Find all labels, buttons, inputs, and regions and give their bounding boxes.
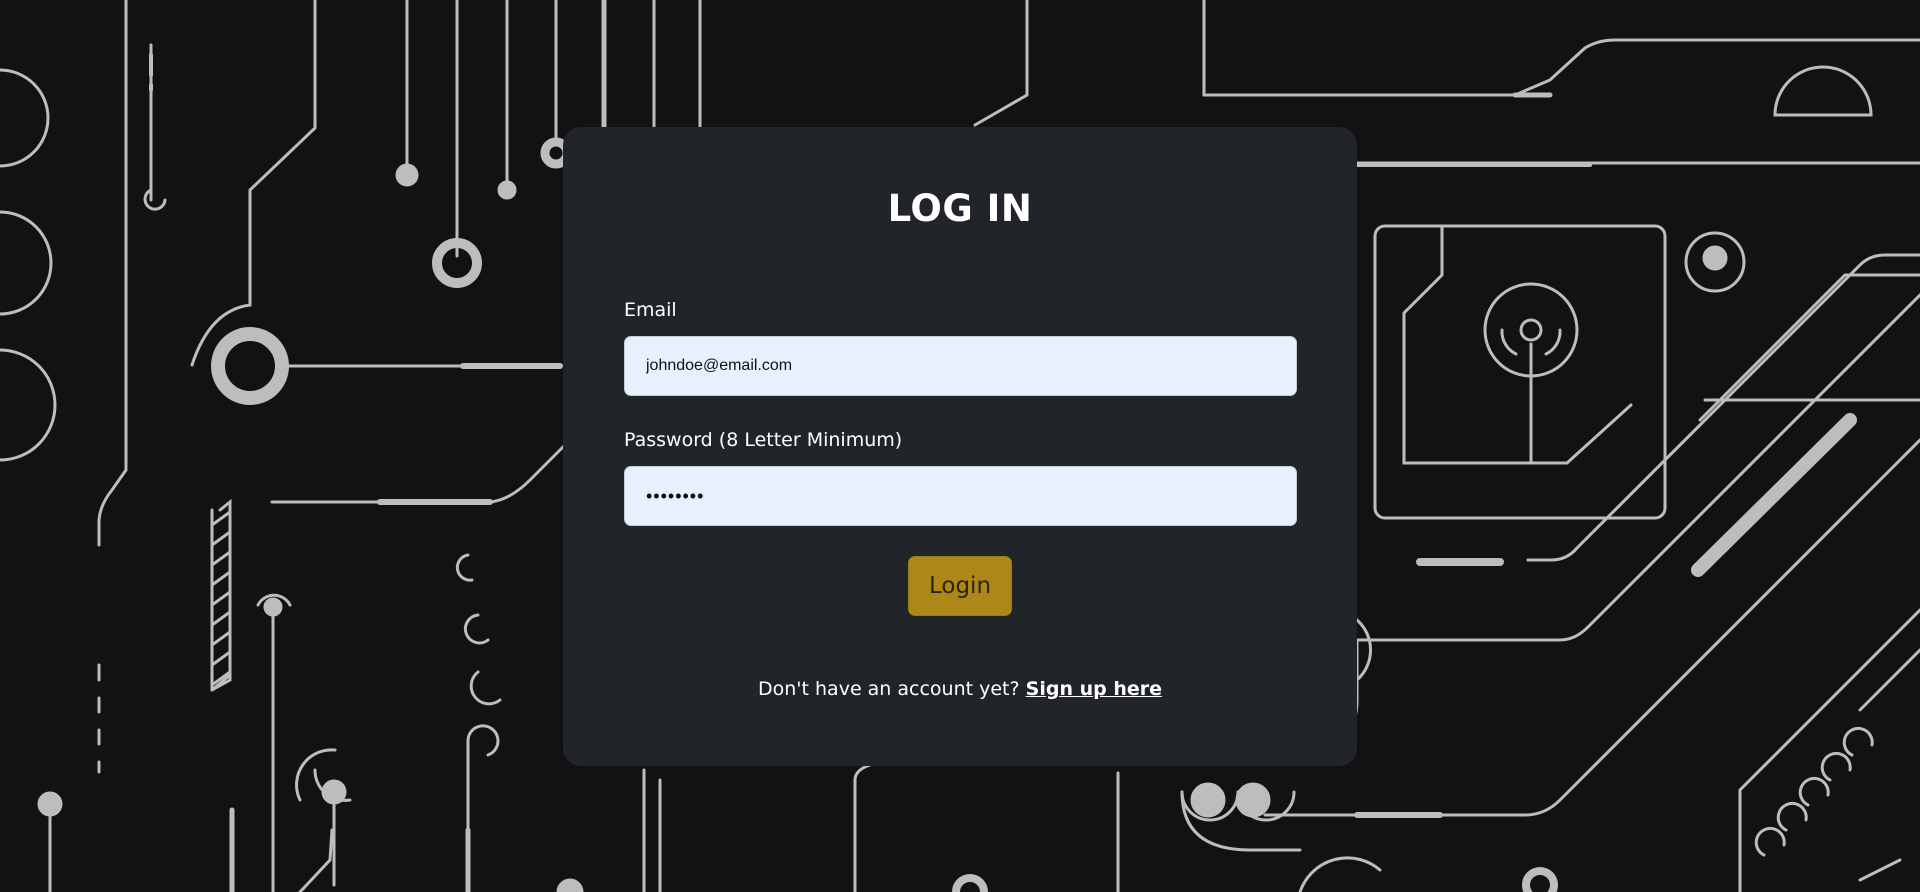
- login-button[interactable]: Login: [908, 556, 1012, 616]
- page-title: LOG IN: [887, 187, 1033, 230]
- email-field[interactable]: [624, 336, 1297, 396]
- password-label: Password (8 Letter Minimum): [624, 429, 903, 451]
- email-label: Email: [624, 299, 677, 321]
- password-field[interactable]: [624, 466, 1297, 526]
- signup-prompt: Don't have an account yet? Sign up here: [563, 678, 1357, 700]
- signup-prompt-text: Don't have an account yet?: [758, 678, 1020, 700]
- login-card: LOG IN Email Password (8 Letter Minimum)…: [563, 127, 1357, 766]
- signup-link[interactable]: Sign up here: [1026, 678, 1162, 700]
